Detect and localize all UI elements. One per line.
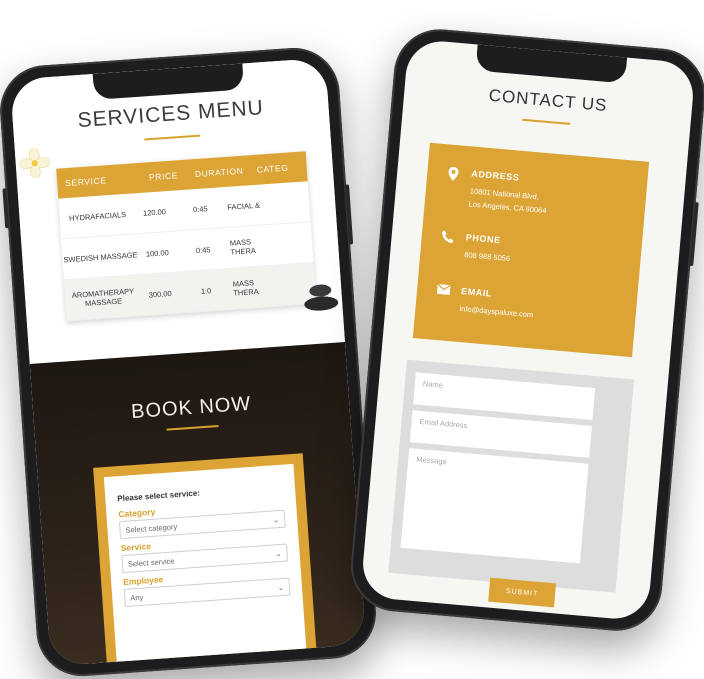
col-service: SERVICE: [64, 175, 107, 189]
col-duration: DURATION: [194, 165, 244, 180]
phone-value[interactable]: 808 988 5056: [464, 248, 511, 265]
col-price: PRICE: [148, 170, 179, 183]
cell-category: MASS THERA: [232, 278, 259, 298]
email-block: EMAIL info@dayspaluxe.com: [435, 283, 535, 321]
flower-icon: [19, 147, 50, 179]
cell-price: 100.00: [145, 247, 170, 259]
cell-price: 120.00: [142, 206, 167, 218]
chevron-down-icon: ⌄: [272, 514, 280, 524]
cell-duration: 0:45: [195, 244, 211, 255]
services-section: SERVICES MENU SERVICE PRICE DURATION CAT…: [9, 57, 345, 365]
phone-block: PHONE 808 988 5056: [440, 230, 512, 265]
cell-service: AROMATHERAPY MASSAGE: [71, 286, 135, 309]
cell-duration: 1:0: [200, 285, 212, 296]
services-screen: SERVICES MENU SERVICE PRICE DURATION CAT…: [9, 57, 367, 667]
cell-service: HYDRAFACIALS: [68, 209, 127, 223]
services-title: SERVICES MENU: [76, 96, 265, 133]
email-label: EMAIL: [460, 286, 493, 299]
address-block: ADDRESS 10801 National Blvd, Los Angeles…: [444, 166, 549, 217]
employee-value: Any: [129, 592, 144, 603]
phone-label: PHONE: [465, 232, 502, 246]
submit-button[interactable]: SUBMIT: [488, 577, 557, 608]
phone-services: SERVICES MENU SERVICE PRICE DURATION CAT…: [0, 44, 379, 679]
power-button: [345, 184, 354, 245]
book-title: BOOK NOW: [130, 392, 252, 424]
phone-notch: [475, 44, 628, 84]
chevron-down-icon: ⌄: [277, 582, 285, 592]
cell-category: MASS THERA: [229, 237, 257, 257]
power-button: [689, 202, 699, 267]
cell-category: FACIAL &: [226, 200, 261, 212]
chevron-down-icon: ⌄: [274, 548, 282, 558]
contact-screen: CONTACT US ADDRESS 10801 National Blvd, …: [360, 38, 696, 622]
booking-form: Please select service: Category Select c…: [93, 453, 319, 667]
booking-form-body: Please select service: Category Select c…: [103, 463, 309, 667]
services-table: SERVICE PRICE DURATION CATEG HYDRAFACIAL…: [56, 151, 317, 322]
contact-form: Name Email Address Message SUBMIT: [388, 359, 635, 608]
service-value: Select service: [127, 555, 175, 569]
cell-duration: 0:45: [192, 203, 208, 214]
email-value[interactable]: info@dayspaluxe.com: [459, 302, 534, 321]
address-label: ADDRESS: [470, 168, 520, 183]
book-section: BOOK NOW Please select service: Category…: [29, 342, 367, 667]
title-underline: [166, 425, 219, 431]
cell-service: SWEDISH MASSAGE: [63, 249, 138, 264]
location-pin-icon: [448, 166, 459, 181]
category-value: Select category: [125, 521, 178, 535]
contact-info-card: ADDRESS 10801 National Blvd, Los Angeles…: [412, 142, 650, 358]
message-field[interactable]: Message: [400, 448, 589, 564]
phone-contact: CONTACT US ADDRESS 10801 National Blvd, …: [347, 25, 704, 635]
contact-title: CONTACT US: [488, 85, 609, 116]
envelope-icon: [436, 283, 451, 296]
title-underline: [144, 134, 201, 141]
phone-icon: [442, 230, 454, 244]
volume-button: [2, 188, 10, 229]
cell-price: 300.00: [148, 288, 172, 300]
title-underline: [522, 118, 571, 125]
col-category: CATEG: [256, 162, 289, 175]
spa-stone: [308, 283, 332, 298]
